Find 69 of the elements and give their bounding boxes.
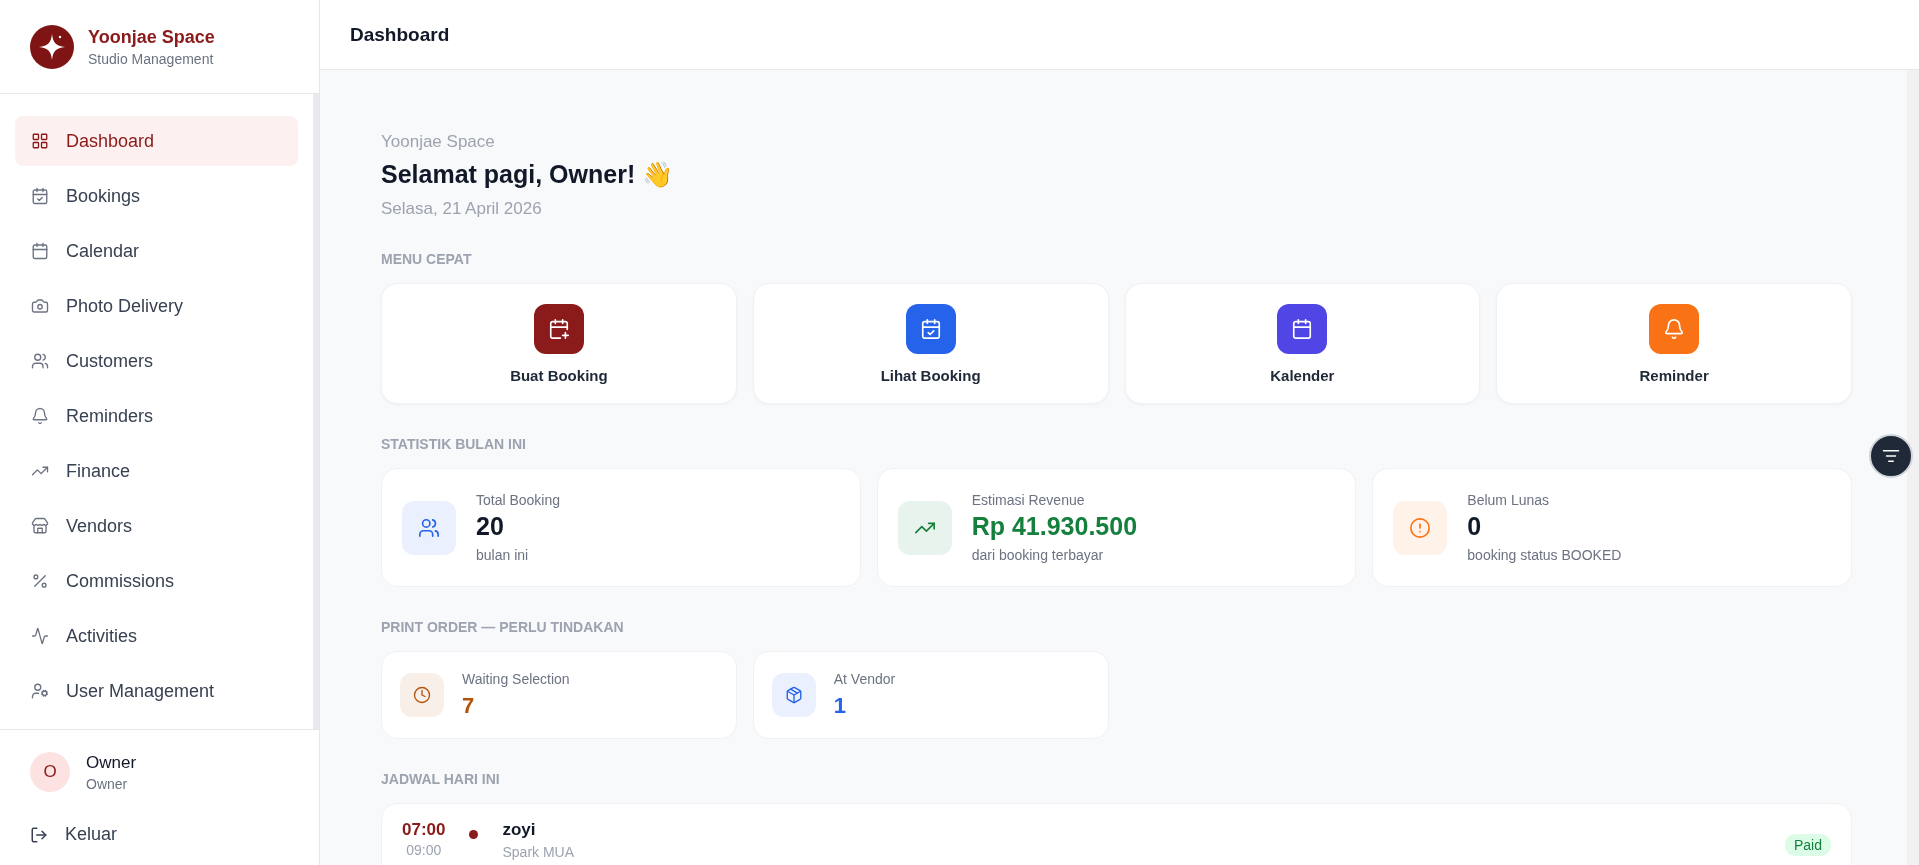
- grid-icon: [31, 132, 49, 150]
- section-heading: JADWAL HARI INI: [381, 771, 501, 787]
- bell-icon: [31, 407, 49, 425]
- filter-button[interactable]: [1869, 434, 1913, 478]
- section-heading: PRINT ORDER — PERLU TINDAKAN: [381, 619, 625, 635]
- print-order-label: At Vendor: [833, 671, 896, 687]
- sidebar-item[interactable]: Customers: [15, 336, 298, 386]
- calendar-check-icon: [31, 187, 49, 205]
- scrollbar[interactable]: [1907, 70, 1919, 865]
- start-time: 07:00: [402, 820, 446, 840]
- box-icon: [784, 686, 803, 704]
- pulse-icon: [31, 627, 49, 645]
- sidebar-item[interactable]: Vendors: [15, 501, 298, 551]
- logout-icon: [30, 825, 48, 844]
- quick-menu-card[interactable]: Kalender: [1124, 283, 1481, 404]
- calendar-check-icon: [919, 317, 942, 340]
- quick-menu-card[interactable]: Reminder: [1496, 283, 1852, 404]
- sidebar-item[interactable]: Calendar: [15, 226, 298, 276]
- calendar-icon: [31, 242, 49, 260]
- stat-note: bulan ini: [476, 547, 530, 563]
- filter-icon: [1882, 447, 1900, 465]
- bell-icon: [1663, 317, 1686, 340]
- percent-icon: [31, 572, 49, 590]
- stat-note: booking status BOOKED: [1467, 547, 1622, 563]
- stat-value: Rp 41.930.500: [971, 512, 1138, 541]
- sidebar-item[interactable]: User Management: [15, 666, 298, 716]
- date-text: Selasa, 21 April 2026: [381, 199, 543, 219]
- sparkle-logo: [30, 24, 74, 69]
- sidebar-item[interactable]: Finance: [15, 446, 298, 496]
- store-icon: [31, 517, 49, 535]
- stat-label: Belum Lunas: [1467, 492, 1551, 508]
- end-time: 09:00: [406, 842, 442, 858]
- page-title: Dashboard: [350, 23, 450, 46]
- quick-menu-card[interactable]: Lihat Booking: [752, 283, 1109, 404]
- clock-icon: [413, 686, 431, 704]
- print-order-count: 1: [833, 693, 847, 719]
- schedule-row[interactable]: 07:00 09:00 zoyi Spark MUA Paid: [381, 803, 1852, 865]
- sidebar-item[interactable]: Activities: [15, 611, 298, 661]
- quick-menu-card[interactable]: Buat Booking: [381, 283, 737, 404]
- user-role: Owner: [86, 775, 129, 792]
- sidebar-item[interactable]: Reminders: [15, 391, 298, 441]
- customer-name: zoyi: [502, 820, 537, 840]
- sidebar-item[interactable]: Dashboard: [15, 116, 298, 166]
- stat-label: Estimasi Revenue: [971, 492, 1086, 508]
- status-badge: Paid: [1784, 834, 1831, 856]
- section-heading: STATISTIK BULAN INI: [381, 436, 527, 452]
- section-heading: MENU CEPAT: [381, 251, 473, 267]
- sidebar-item[interactable]: Bookings: [15, 171, 298, 221]
- logout-link[interactable]: Keluar: [30, 824, 289, 845]
- print-order-label: Waiting Selection: [462, 671, 570, 687]
- user-gear-icon: [31, 682, 49, 700]
- user-avatar: O: [30, 752, 70, 792]
- stat-note: dari booking terbayar: [971, 547, 1105, 563]
- service-name: Spark MUA: [502, 844, 575, 860]
- stat-value: 0: [1467, 512, 1483, 541]
- sidebar-item[interactable]: Commissions: [15, 556, 298, 606]
- calendar-icon: [1291, 317, 1314, 340]
- sidebar-item[interactable]: Photo Delivery: [15, 281, 298, 331]
- stat-label: Total Booking: [476, 492, 561, 508]
- calendar-plus-icon: [547, 317, 570, 340]
- greeting-title: Selamat pagi, Owner! 👋: [381, 160, 675, 189]
- user-name: Owner: [86, 752, 137, 773]
- stat-value: 20: [476, 512, 505, 541]
- print-order-count: 7: [462, 693, 476, 719]
- brand-subtitle: Studio Management: [88, 50, 215, 67]
- users-icon: [31, 352, 49, 370]
- studio-name: Yoonjae Space: [381, 132, 496, 152]
- brand-name: Yoonjae Space: [88, 26, 215, 48]
- camera-icon: [31, 297, 49, 315]
